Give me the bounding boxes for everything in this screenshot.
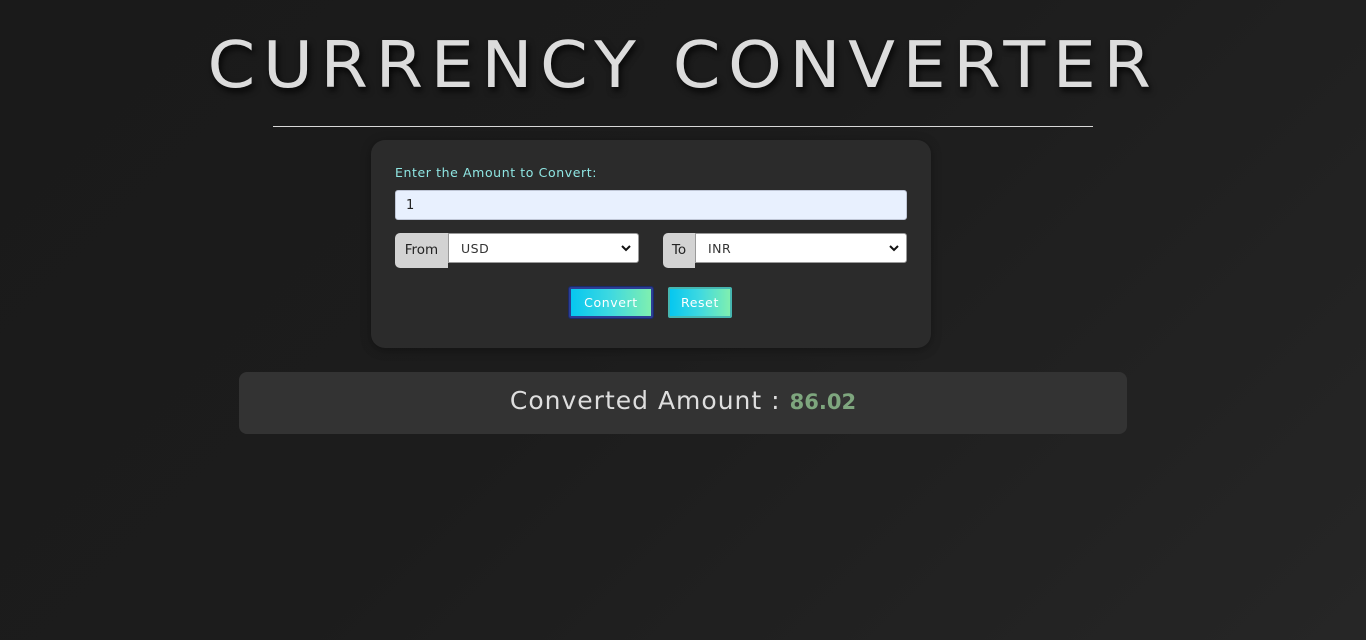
title-divider [273,126,1093,127]
to-currency-select[interactable]: INR [695,233,907,263]
from-currency-select[interactable]: USD [448,233,639,263]
result-box: Converted Amount : 86.02 [239,372,1127,434]
chevron-down-icon [888,237,900,263]
to-currency-group: To INR [663,233,907,268]
result-value: 86.02 [789,390,857,414]
from-currency-value: USD [461,241,490,256]
chevron-down-icon [620,237,632,263]
to-currency-value: INR [708,241,732,256]
page-title: CURRENCY CONVERTER [207,29,1159,103]
converter-card: Enter the Amount to Convert: From USD To… [371,140,931,348]
to-label: To [663,233,695,268]
result-label: Converted Amount : [509,386,781,415]
from-label: From [395,233,448,268]
from-currency-group: From USD [395,233,639,268]
amount-input[interactable] [395,190,907,220]
amount-label: Enter the Amount to Convert: [395,165,598,180]
reset-button[interactable]: Reset [668,287,732,318]
convert-button[interactable]: Convert [569,287,653,318]
